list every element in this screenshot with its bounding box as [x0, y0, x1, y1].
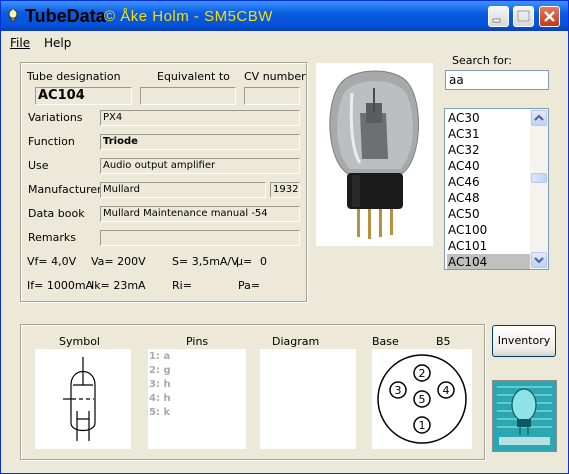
list-item[interactable]: AC100	[447, 222, 530, 238]
base-pinout-icon: 1 2 3 4 5	[377, 354, 467, 444]
scroll-thumb[interactable]	[531, 173, 547, 183]
base-pin-number: 5	[419, 393, 426, 406]
data-book-label: Data book	[28, 207, 85, 220]
equivalent-to-label: Equivalent to	[157, 70, 230, 83]
app-logo	[492, 380, 557, 452]
manufacturer-label: Manufacturer	[28, 183, 102, 196]
base-label: Base	[372, 335, 399, 348]
mu-value: 0	[260, 255, 267, 268]
author-watermark: © Åke Holm - SM5CBW	[104, 8, 273, 25]
diagram-label: Diagram	[272, 335, 320, 348]
ik-value: Ik= 23mA	[91, 279, 146, 292]
base-type-label: B5	[436, 335, 451, 348]
bulb-icon[interactable]	[6, 9, 20, 23]
list-item[interactable]: AC31	[447, 126, 530, 142]
triode-symbol-icon	[63, 357, 96, 441]
list-item[interactable]: AC101	[447, 238, 530, 254]
diagram-panel	[260, 349, 356, 449]
base-pin-number: 3	[395, 384, 402, 397]
menu-help-label: Help	[44, 36, 72, 50]
maximize-button[interactable]	[513, 6, 534, 27]
list-item-selected[interactable]: AC104	[447, 254, 530, 269]
tube-designation-label: Tube designation	[27, 70, 121, 83]
function-label: Function	[28, 135, 75, 148]
variations-field[interactable]: PX4	[100, 110, 300, 126]
variations-label: Variations	[28, 111, 83, 124]
ri-value: Ri=	[172, 279, 192, 292]
tube-listbox[interactable]: AC30 AC31 AC32 AC40 AC46 AC48 AC50 AC100…	[444, 108, 549, 270]
data-book-field[interactable]: Mullard Maintenance manual -54	[100, 206, 300, 222]
title-bar[interactable]: TubeData © Åke Holm - SM5CBW	[1, 1, 568, 31]
symbol-label: Symbol	[59, 335, 100, 348]
mu-label: µ=	[236, 255, 253, 268]
menu-file[interactable]: File	[10, 36, 30, 50]
pin-entry: 2: g	[149, 365, 171, 376]
chevron-down-icon	[534, 257, 544, 264]
base-panel: 1 2 3 4 5	[372, 349, 472, 449]
pin-entry: 1: a	[149, 351, 171, 362]
scroll-down-button[interactable]	[531, 252, 547, 268]
pins-panel: 1: a 2: g 3: h 4: h 5: k	[148, 349, 246, 449]
close-button[interactable]	[539, 6, 560, 27]
cv-number-field[interactable]	[244, 87, 300, 105]
menu-file-label: File	[10, 36, 31, 50]
manufacturer-field[interactable]: Mullard	[100, 182, 266, 198]
va-value: Va= 200V	[91, 255, 146, 268]
list-item[interactable]: AC32	[447, 142, 530, 158]
list-item[interactable]: AC48	[447, 190, 530, 206]
window-title: TubeData	[25, 6, 106, 26]
list-item[interactable]: AC46	[447, 174, 530, 190]
designation-field[interactable]: AC104	[35, 87, 132, 105]
remarks-field[interactable]	[100, 230, 300, 246]
menu-bar: File Help	[1, 32, 568, 52]
base-pin-number: 2	[419, 367, 426, 380]
pa-value: Pa=	[238, 279, 261, 292]
list-item[interactable]: AC40	[447, 158, 530, 174]
main-window: TubeData © Åke Holm - SM5CBW File Help T…	[0, 0, 569, 474]
inventory-button[interactable]: Inventory	[492, 325, 556, 357]
pin-entry: 4: h	[149, 393, 171, 404]
use-label: Use	[28, 159, 49, 172]
function-field[interactable]: Triode	[100, 134, 300, 150]
chevron-up-icon	[534, 114, 544, 121]
equivalent-field[interactable]	[140, 87, 236, 105]
menu-help[interactable]: Help	[44, 36, 71, 50]
use-field[interactable]: Audio output amplifier	[100, 158, 300, 174]
vf-value: Vf= 4,0V	[27, 255, 77, 268]
close-icon	[544, 11, 555, 22]
minimize-button[interactable]	[488, 6, 509, 27]
cv-number-label: CV number	[244, 70, 306, 83]
year-field[interactable]: 1932	[270, 182, 300, 198]
if-value: If= 1000mA	[27, 279, 94, 292]
list-item[interactable]: AC50	[447, 206, 530, 222]
tube-logo-icon	[493, 381, 556, 451]
pin-entry: 3: h	[149, 379, 171, 390]
list-item[interactable]: AC30	[447, 110, 530, 126]
scroll-up-button[interactable]	[531, 110, 547, 126]
search-input[interactable]: aa	[445, 70, 549, 90]
symbol-panel	[35, 349, 131, 449]
pins-label: Pins	[186, 335, 209, 348]
list-scrollbar[interactable]	[530, 109, 548, 269]
tube-photo	[316, 63, 433, 246]
minimize-icon	[492, 18, 501, 23]
remarks-label: Remarks	[28, 231, 76, 244]
maximize-icon	[517, 10, 530, 22]
pin-entry: 5: k	[149, 407, 171, 418]
base-pin-number: 4	[443, 384, 450, 397]
base-pin-number: 1	[419, 419, 426, 432]
s-value: S= 3,5mA/V	[172, 255, 239, 268]
search-label: Search for:	[452, 54, 512, 67]
